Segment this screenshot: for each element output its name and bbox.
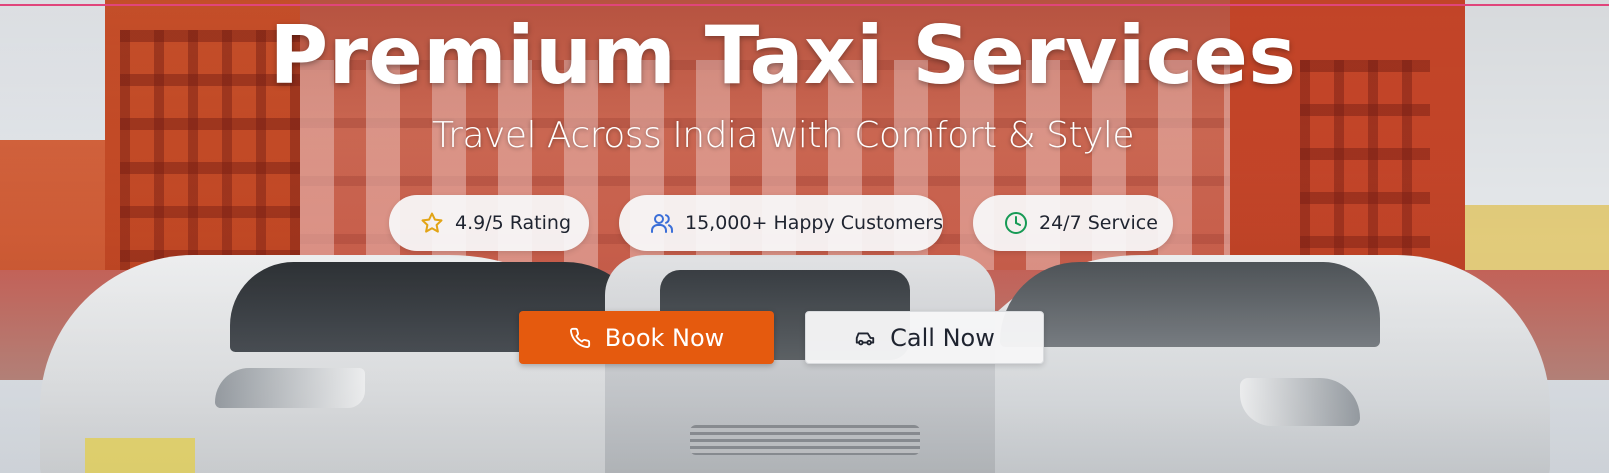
star-icon bbox=[419, 210, 445, 236]
customers-label: 15,000+ Happy Customers bbox=[685, 212, 943, 234]
car-icon bbox=[854, 327, 876, 349]
book-now-label: Book Now bbox=[604, 323, 725, 352]
rating-badge: 4.9/5 Rating bbox=[389, 195, 589, 251]
users-icon bbox=[649, 210, 675, 236]
customers-badge: 15,000+ Happy Customers bbox=[619, 195, 943, 251]
hero-section: Premium Taxi Services Travel Across Indi… bbox=[0, 0, 1609, 473]
hero-content: Premium Taxi Services Travel Across Indi… bbox=[0, 0, 1609, 473]
rating-label: 4.9/5 Rating bbox=[455, 212, 572, 234]
clock-icon bbox=[1003, 210, 1029, 236]
phone-icon bbox=[569, 327, 591, 349]
service-label: 24/7 Service bbox=[1039, 212, 1158, 234]
top-border bbox=[0, 4, 1609, 6]
hero-subtitle: Travel Across India with Comfort & Style bbox=[431, 115, 1135, 156]
book-now-button[interactable]: Book Now bbox=[519, 311, 774, 364]
page-title: Premium Taxi Services bbox=[269, 9, 1297, 102]
call-now-button[interactable]: Call Now bbox=[805, 311, 1044, 364]
call-now-label: Call Now bbox=[890, 323, 995, 352]
service-badge: 24/7 Service bbox=[973, 195, 1173, 251]
